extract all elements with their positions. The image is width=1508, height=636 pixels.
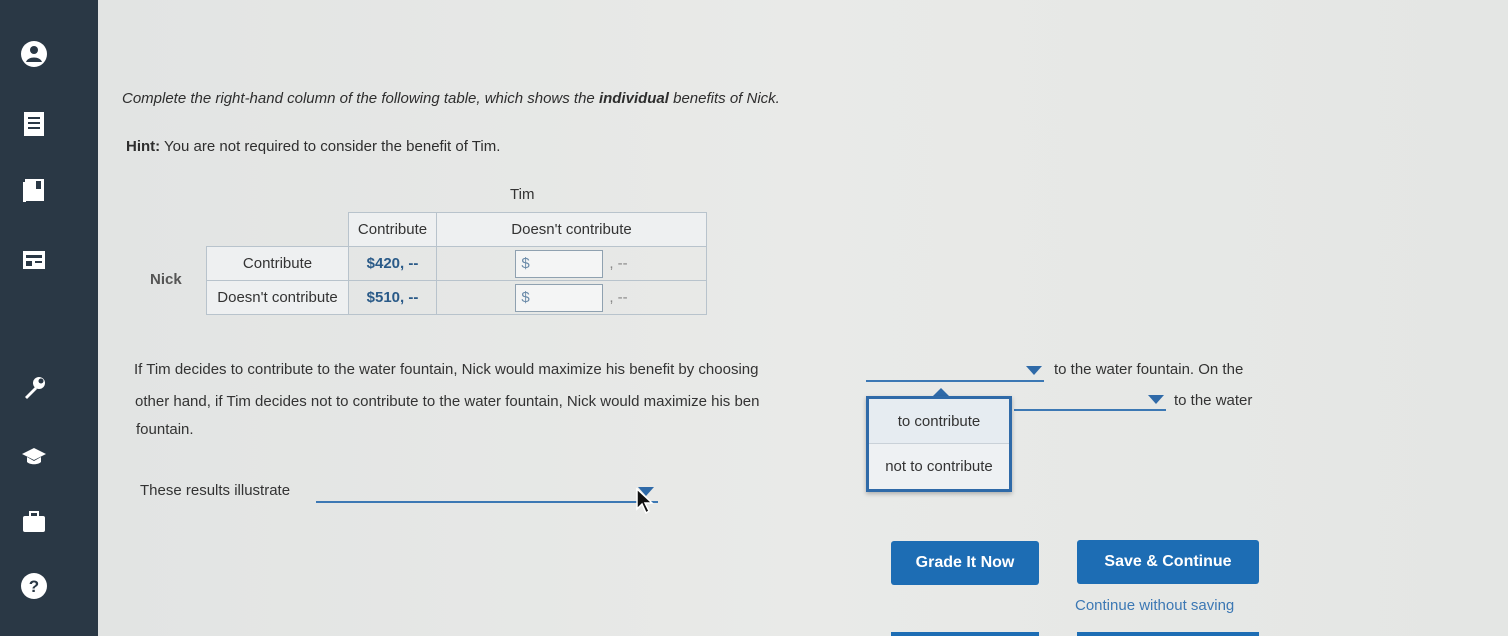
row-header-contribute: Contribute	[206, 246, 349, 281]
hint-text: You are not required to consider the ben…	[160, 138, 501, 155]
graduation-cap-icon[interactable]	[16, 438, 52, 474]
menu-option-not-to-contribute[interactable]: not to contribute	[869, 444, 1009, 489]
calculator-icon[interactable]	[16, 242, 52, 278]
column-header-doesnt-contribute: Doesn't contribute	[436, 212, 707, 247]
payoff-separator: , --	[609, 255, 628, 272]
paragraph-line-3: fountain.	[136, 421, 194, 438]
ebook-icon[interactable]	[16, 172, 52, 208]
svg-text:?: ?	[29, 577, 39, 596]
column-player-label: Tim	[510, 186, 535, 203]
user-icon[interactable]	[16, 36, 52, 72]
grade-it-now-button[interactable]: Grade It Now	[891, 541, 1039, 585]
help-icon[interactable]: ?	[16, 568, 52, 604]
instructions-prefix: Complete the right-hand column of the fo…	[122, 90, 599, 107]
chevron-down-icon	[1148, 395, 1164, 404]
payoff-cell: $510, --	[348, 280, 437, 315]
notebook-icon[interactable]	[16, 106, 52, 142]
row-player-label: Nick	[150, 271, 182, 288]
table-row: Contribute $420, -- $ , --	[206, 246, 707, 281]
results-label: These results illustrate	[140, 482, 291, 499]
payoff-input-cell: $ , --	[436, 280, 707, 315]
paragraph-line-1-start: If Tim decides to contribute to the wate…	[134, 361, 759, 378]
briefcase-icon[interactable]	[16, 504, 52, 540]
wrench-icon[interactable]	[16, 370, 52, 406]
table-header-row: Contribute Doesn't contribute	[206, 212, 707, 247]
paragraph-line-2-start: other hand, if Tim decides not to contri…	[135, 393, 760, 410]
menu-option-to-contribute[interactable]: to contribute	[869, 399, 1009, 444]
paragraph-line-2-end: to the water	[1174, 392, 1253, 409]
paragraph-line-1-end: to the water fountain. On the	[1054, 361, 1244, 378]
choice-dropdown-2[interactable]	[1014, 389, 1166, 411]
payoff-table: Contribute Doesn't contribute Contribute…	[206, 212, 707, 315]
sidebar: ?	[0, 0, 98, 636]
choice-dropdown-1[interactable]	[866, 360, 1044, 382]
results-dropdown[interactable]	[316, 481, 658, 503]
column-header-contribute: Contribute	[348, 212, 437, 247]
mouse-cursor-icon	[636, 488, 654, 514]
dropdown-menu: to contribute not to contribute	[866, 396, 1012, 492]
instructions-suffix: benefits of Nick.	[668, 90, 780, 107]
benefit-input[interactable]: $	[515, 283, 604, 312]
payoff-input-cell: $ , --	[436, 246, 707, 281]
table-corner	[206, 212, 349, 247]
instructions-bold: individual	[598, 90, 669, 107]
hint: Hint: You are not required to consider t…	[126, 138, 500, 155]
benefit-input[interactable]: $	[515, 249, 604, 278]
bottom-button-edge	[1077, 632, 1259, 636]
chevron-down-icon	[1026, 366, 1042, 375]
row-header-doesnt-contribute: Doesn't contribute	[206, 280, 349, 315]
hint-label: Hint:	[126, 138, 161, 155]
continue-without-saving-link[interactable]: Continue without saving	[1075, 597, 1234, 614]
instructions: Complete the right-hand column of the fo…	[122, 90, 780, 107]
save-continue-button[interactable]: Save & Continue	[1077, 540, 1259, 584]
payoff-separator: , --	[609, 289, 628, 306]
table-row: Doesn't contribute $510, -- $ , --	[206, 280, 707, 315]
payoff-cell: $420, --	[348, 246, 437, 281]
bottom-button-edge	[891, 632, 1039, 636]
